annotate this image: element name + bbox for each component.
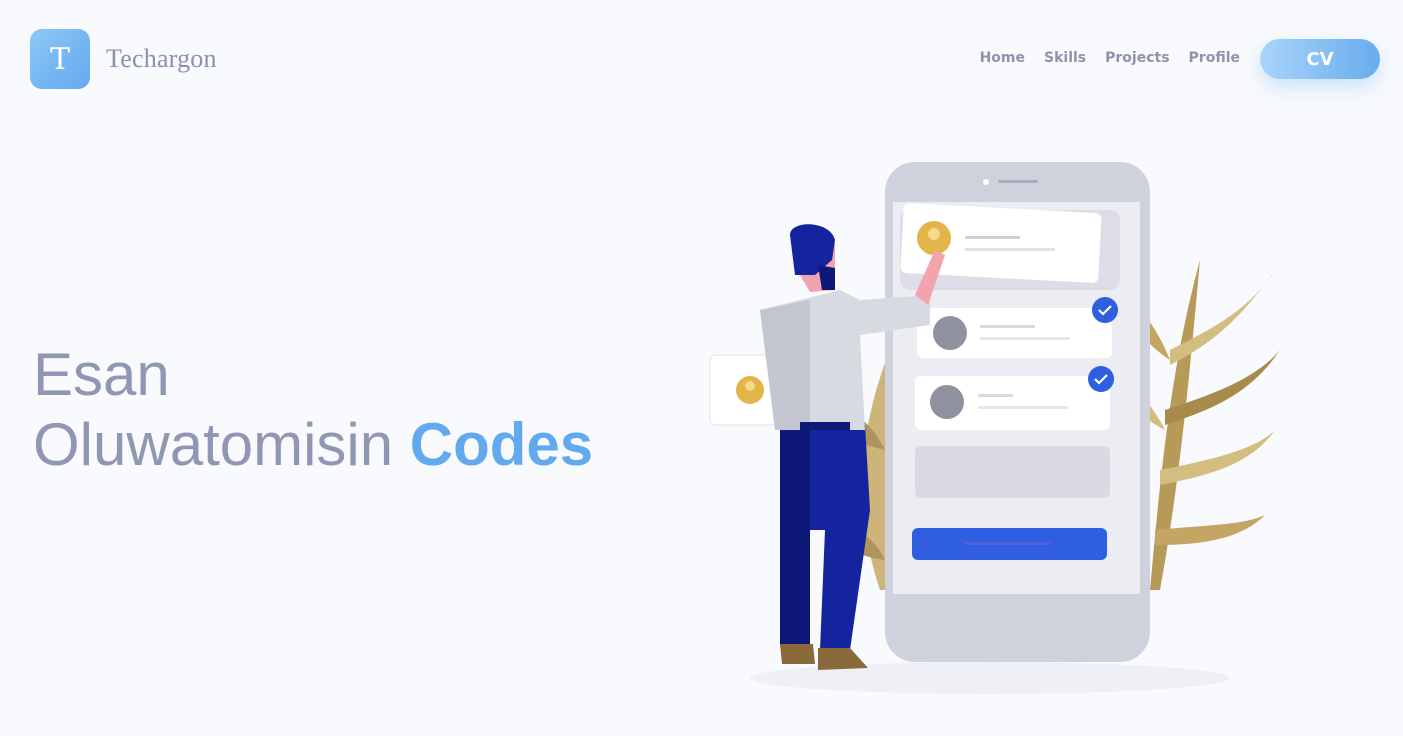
nav-profile-link[interactable]: Profile (1189, 50, 1240, 66)
nav-skills-link[interactable]: Skills (1044, 50, 1086, 66)
hero-heading: Esan Oluwatomisin Codes (33, 340, 593, 480)
cv-button[interactable]: CV (1260, 39, 1380, 79)
hero-last-name: Oluwatomisin (33, 411, 394, 478)
hero-accent-word: Codes (409, 411, 594, 478)
page: T Techargon Home Skills Projects Profile… (0, 0, 1403, 736)
brand-name[interactable]: Techargon (106, 44, 217, 74)
phone-user-illustration (709, 162, 1280, 694)
hero-first-name: Esan (33, 341, 170, 408)
logo-letter: T (49, 41, 70, 77)
main-nav: Home Skills Projects Profile (980, 50, 1240, 66)
hero-second-line: Oluwatomisin Codes (33, 410, 593, 480)
nav-home-link[interactable]: Home (980, 50, 1025, 66)
logo[interactable]: T (30, 29, 90, 89)
nav-projects-link[interactable]: Projects (1105, 50, 1169, 66)
